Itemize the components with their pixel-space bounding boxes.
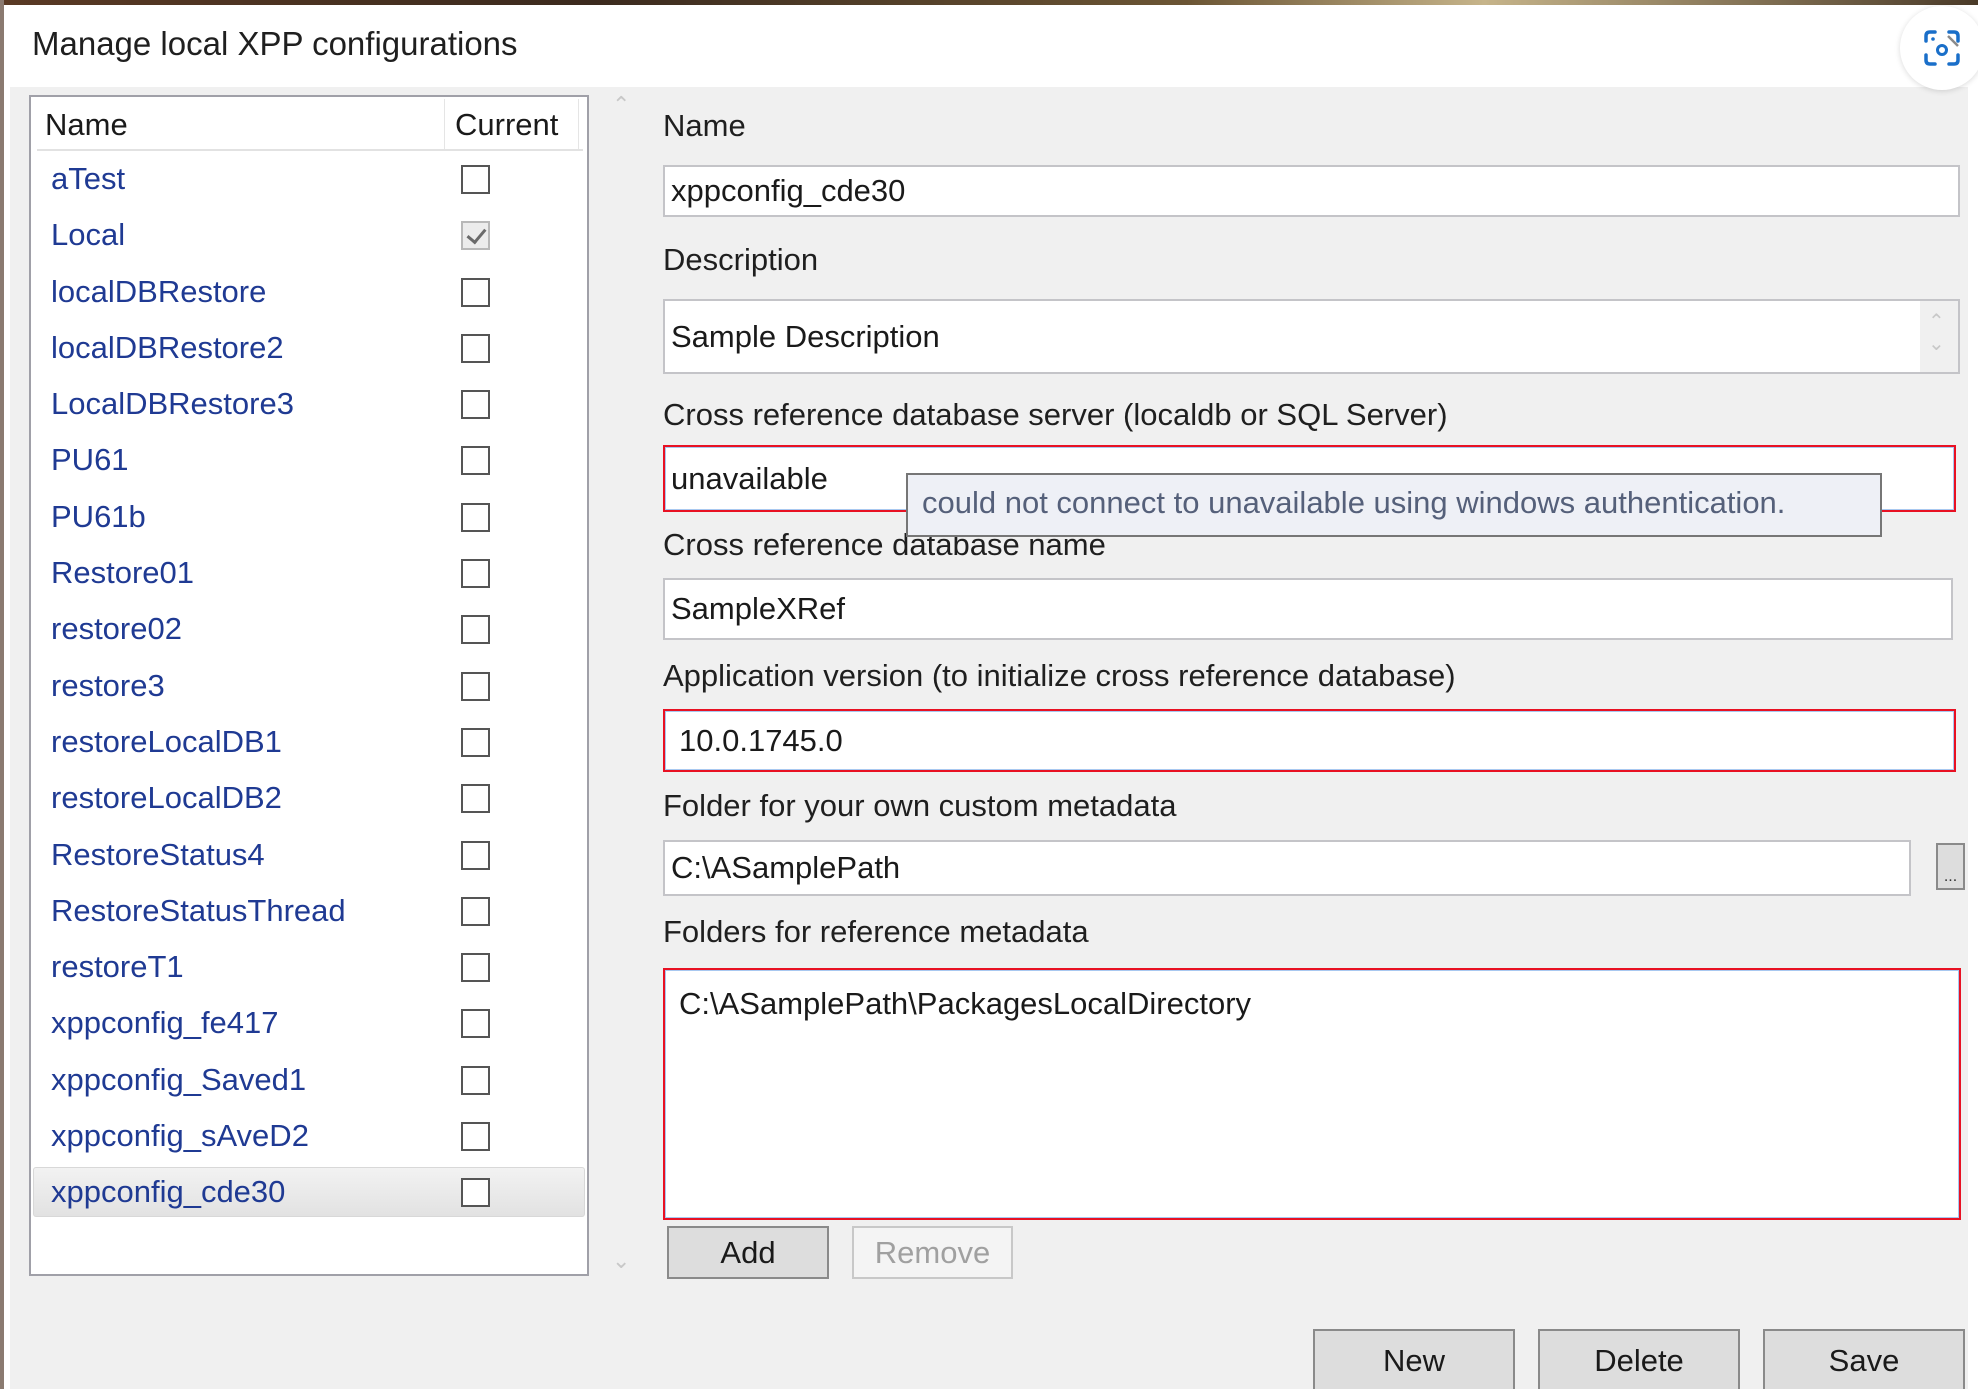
- config-name: xppconfig_sAveD2: [51, 1118, 309, 1154]
- description-label: Description: [663, 242, 819, 277]
- config-row[interactable]: aTest: [31, 151, 587, 207]
- browse-folder-button[interactable]: ...: [1936, 843, 1965, 890]
- current-checkbox[interactable]: [461, 784, 490, 814]
- current-checkbox[interactable]: [461, 727, 490, 757]
- config-row[interactable]: restoreLocalDB2: [31, 770, 587, 826]
- name-label: Name: [663, 108, 746, 143]
- config-name: restoreLocalDB1: [51, 723, 282, 759]
- current-checkbox[interactable]: [461, 333, 490, 363]
- config-name: Local: [51, 217, 126, 253]
- config-row[interactable]: xppconfig_fe417: [31, 995, 587, 1051]
- column-header-current[interactable]: Current: [444, 99, 579, 149]
- custom-folder-input[interactable]: C:\ASamplePath: [663, 840, 1911, 896]
- delete-button[interactable]: Delete: [1538, 1329, 1740, 1393]
- dbname-input[interactable]: SampleXRef: [663, 578, 1953, 640]
- current-checkbox[interactable]: [461, 1122, 490, 1152]
- config-name: localDBRestore: [51, 273, 267, 309]
- config-row[interactable]: Local: [31, 207, 587, 263]
- current-checkbox[interactable]: [461, 277, 490, 307]
- column-header-name[interactable]: Name: [45, 107, 128, 143]
- current-checkbox[interactable]: [461, 1065, 490, 1095]
- config-row[interactable]: RestoreStatus4: [31, 827, 587, 883]
- description-input[interactable]: Sample Description ⌃ ⌄: [663, 299, 1960, 374]
- config-name: xppconfig_fe417: [51, 1005, 279, 1041]
- dialog-titlebar: Manage local XPP configurations: [4, 5, 1978, 87]
- config-row[interactable]: restore3: [31, 658, 587, 714]
- config-row[interactable]: xppconfig_sAveD2: [31, 1108, 587, 1164]
- config-name: RestoreStatus4: [51, 836, 265, 872]
- config-name: aTest: [51, 161, 126, 196]
- config-name: Restore01: [51, 555, 195, 591]
- add-folder-button[interactable]: Add: [667, 1226, 829, 1279]
- scroll-up-icon[interactable]: ⌃: [612, 92, 630, 118]
- config-row[interactable]: PU61b: [31, 489, 587, 545]
- config-row[interactable]: RestoreStatusThread: [31, 883, 587, 939]
- current-checkbox[interactable]: [461, 446, 490, 476]
- config-row[interactable]: Restore01: [31, 545, 587, 601]
- config-name: PU61: [51, 442, 129, 478]
- config-name: xppconfig_Saved1: [51, 1061, 307, 1097]
- current-checkbox[interactable]: [461, 390, 490, 420]
- server-error-tooltip: could not connect to unavailable using w…: [906, 473, 1882, 537]
- current-checkbox[interactable]: [461, 559, 490, 589]
- config-name: restoreLocalDB2: [51, 780, 282, 816]
- config-row[interactable]: restoreLocalDB1: [31, 714, 587, 770]
- config-name: RestoreStatusThread: [51, 892, 346, 928]
- current-checkbox[interactable]: [461, 1009, 490, 1039]
- config-name: restore02: [51, 611, 182, 647]
- description-scrollbar[interactable]: ⌃ ⌄: [1920, 301, 1958, 372]
- server-label: Cross reference database server (localdb…: [663, 397, 1448, 432]
- config-name: localDBRestore2: [51, 329, 284, 365]
- config-row[interactable]: PU61: [31, 432, 587, 488]
- config-row[interactable]: localDBRestore2: [31, 320, 587, 376]
- current-checkbox[interactable]: [461, 502, 490, 532]
- window-border: [0, 0, 4, 1393]
- description-value: Sample Description: [671, 318, 940, 354]
- config-name: PU61b: [51, 498, 146, 534]
- config-row[interactable]: restore02: [31, 601, 587, 657]
- current-checkbox[interactable]: [461, 165, 490, 194]
- current-checkbox[interactable]: [461, 1178, 490, 1208]
- new-button[interactable]: New: [1313, 1329, 1515, 1393]
- current-checkbox[interactable]: [461, 953, 490, 983]
- config-name: restore3: [51, 667, 165, 703]
- current-checkbox[interactable]: [461, 840, 490, 870]
- config-row[interactable]: xppconfig_Saved1: [31, 1052, 587, 1108]
- config-name: restoreT1: [51, 949, 184, 985]
- config-row[interactable]: localDBRestore: [31, 264, 587, 320]
- current-checkbox[interactable]: [461, 615, 490, 645]
- dialog-title: Manage local XPP configurations: [32, 25, 518, 62]
- config-list[interactable]: Name Current aTest Local localDBRestore loc…: [29, 95, 589, 1276]
- config-row[interactable]: LocalDBRestore3: [31, 376, 587, 432]
- ref-folder-item[interactable]: C:\ASamplePath\PackagesLocalDirectory: [679, 986, 1251, 1022]
- config-name: xppconfig_cde30: [51, 1174, 286, 1210]
- screen-capture-icon: [1924, 30, 1960, 66]
- screen-capture-button[interactable]: [1900, 6, 1978, 90]
- current-checkbox[interactable]: [461, 671, 490, 701]
- current-checkbox[interactable]: [461, 221, 490, 251]
- current-checkbox[interactable]: [461, 896, 490, 926]
- appversion-input[interactable]: 10.0.1745.0: [663, 709, 1956, 772]
- custom-folder-label: Folder for your own custom metadata: [663, 788, 1177, 823]
- window-bottom-edge: [0, 1389, 1978, 1393]
- config-row[interactable]: xppconfig_cde30: [31, 1164, 587, 1220]
- scroll-down-icon[interactable]: ⌄: [1928, 331, 1945, 356]
- ref-folders-label: Folders for reference metadata: [663, 914, 1089, 949]
- appversion-label: Application version (to initialize cross…: [663, 658, 1456, 693]
- config-name: LocalDBRestore3: [51, 386, 294, 422]
- config-row[interactable]: restoreT1: [31, 939, 587, 995]
- ref-folders-list[interactable]: C:\ASamplePath\PackagesLocalDirectory: [663, 968, 1961, 1220]
- list-rows: aTest Local localDBRestore localDBRestore2 L…: [31, 151, 587, 1221]
- name-input[interactable]: xppconfig_cde30: [663, 165, 1960, 217]
- scroll-down-icon[interactable]: ⌄: [612, 1248, 630, 1274]
- save-button[interactable]: Save: [1763, 1329, 1965, 1393]
- remove-folder-button[interactable]: Remove: [852, 1226, 1013, 1279]
- list-header: Name Current: [37, 99, 583, 151]
